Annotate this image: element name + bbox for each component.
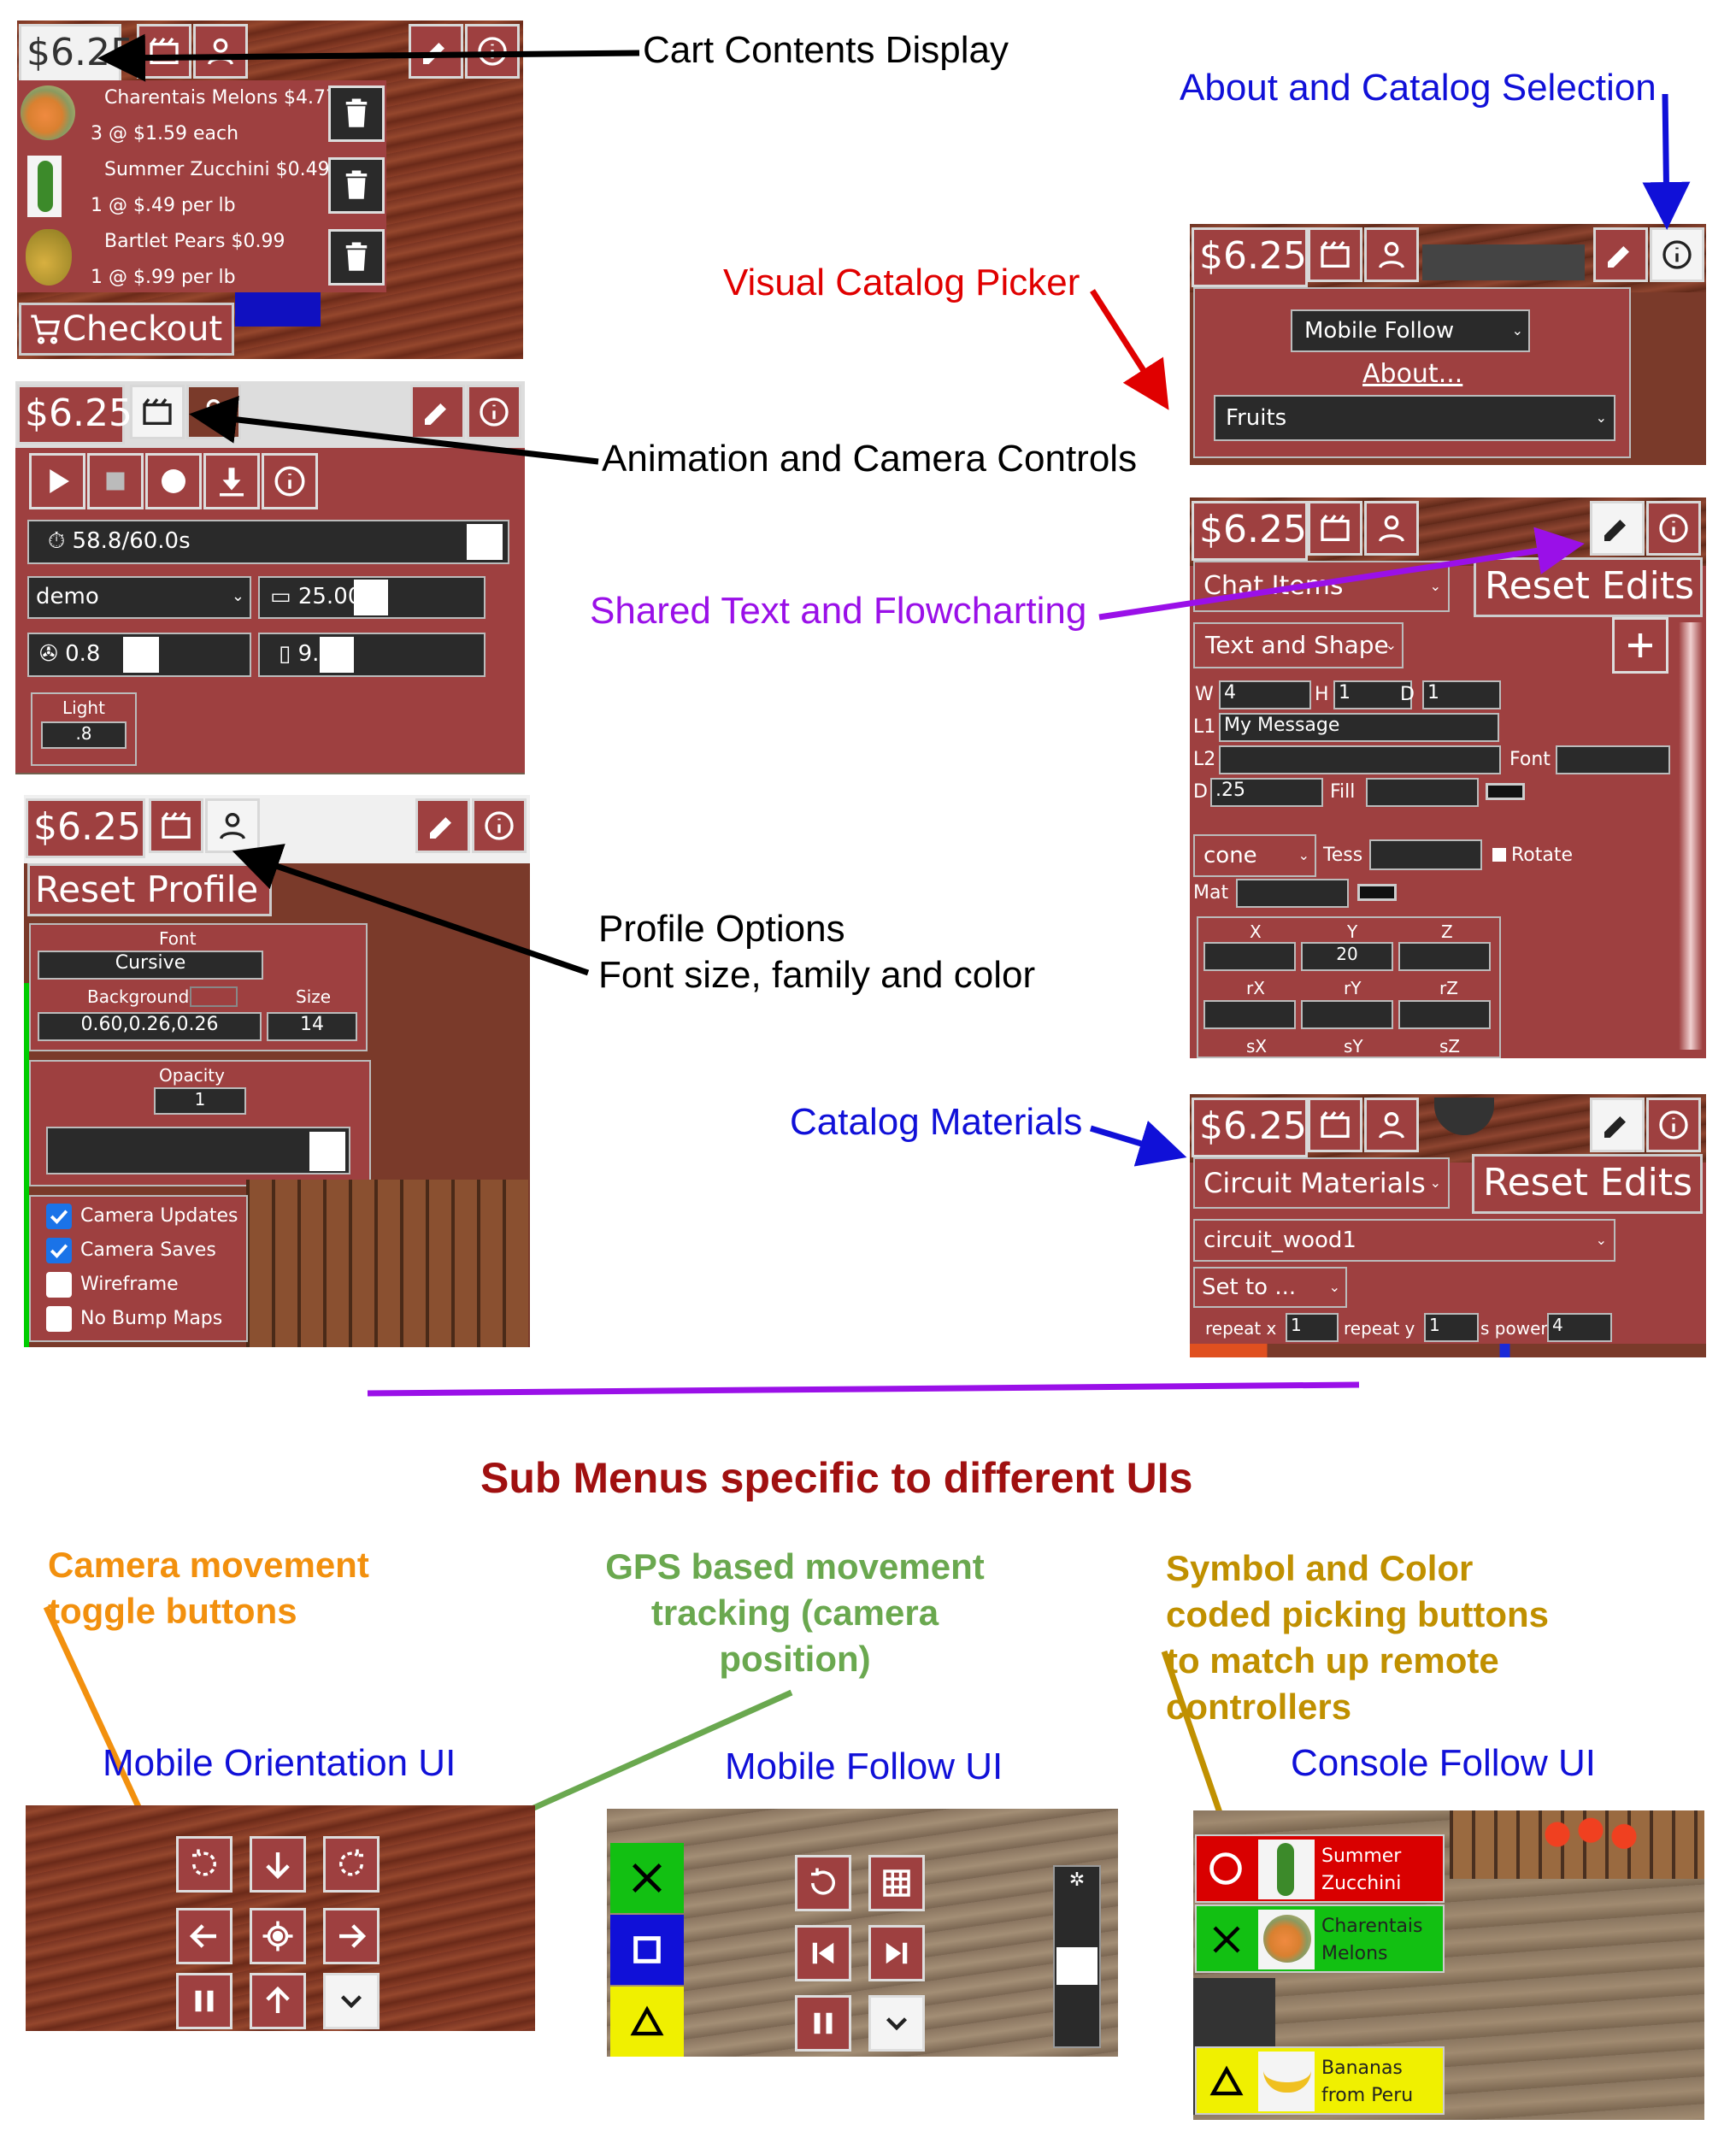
zoom-slider-handle[interactable]	[1056, 1947, 1098, 1985]
cross-icon	[1213, 1926, 1240, 1953]
arrow-left-icon[interactable]	[176, 1908, 232, 1964]
console-item-name: Bananas from Peru	[1321, 2058, 1414, 2106]
tomatoes	[1535, 1814, 1646, 1855]
skip-back-icon[interactable]	[795, 1925, 851, 1981]
arrow-down-icon[interactable]	[250, 1836, 306, 1893]
console-follow-title: Console Follow UI	[1291, 1742, 1597, 1784]
gps-target-icon[interactable]	[250, 1908, 306, 1964]
mobile-orientation-panel	[26, 1805, 535, 2031]
console-item-zucchini[interactable]: Summer Zucchini	[1195, 1834, 1445, 1903]
zoom-icon: ✲	[1068, 1869, 1086, 1890]
caption-line: toggle buttons	[48, 1591, 297, 1631]
reset-rotation-icon[interactable]	[795, 1855, 851, 1911]
console-item-name: Charentais Melons	[1321, 1916, 1423, 1964]
console-item-melons[interactable]: Charentais Melons	[1195, 1904, 1445, 1973]
divider-line	[367, 1381, 1360, 1397]
cross-icon	[632, 1863, 662, 1893]
triangle-icon	[630, 2005, 664, 2036]
banana-image	[1258, 2052, 1315, 2111]
arrow-right-icon[interactable]	[323, 1908, 380, 1964]
caption-line: position)	[719, 1639, 871, 1679]
rotate-left-icon[interactable]	[176, 1836, 232, 1893]
console-item-bananas[interactable]: Bananas from Peru	[1195, 2046, 1445, 2115]
arrow-about	[1642, 93, 1691, 230]
camera-toggle-caption: Camera movement toggle buttons	[48, 1542, 369, 1634]
arrow-up-icon[interactable]	[250, 1973, 306, 2029]
grid-icon[interactable]	[868, 1855, 925, 1911]
mobile-orientation-title: Mobile Orientation UI	[103, 1742, 456, 1784]
triangle-icon	[1209, 2065, 1244, 2096]
console-item-name: Summer Zucchini	[1321, 1846, 1402, 1894]
pick-triangle-button[interactable]	[610, 1987, 684, 2057]
caption-line: GPS based movement	[605, 1546, 985, 1587]
pause-icon[interactable]	[795, 1995, 851, 2052]
mobile-follow-title: Mobile Follow UI	[725, 1746, 1003, 1787]
console-follow-panel: Summer Zucchini Charentais Melons Banana…	[1193, 1810, 1704, 2120]
arrow-profile	[232, 844, 590, 976]
caption-line: coded picking buttons	[1166, 1594, 1549, 1634]
caption-line: controllers	[1166, 1687, 1352, 1727]
caption-line: Symbol and Color	[1166, 1548, 1474, 1588]
mobile-follow-panel: ✲	[607, 1809, 1118, 2057]
caption-line: Camera movement	[48, 1545, 369, 1585]
skip-forward-icon[interactable]	[868, 1925, 925, 1981]
zoom-slider[interactable]: ✲	[1053, 1865, 1101, 2048]
caption-line: tracking (camera	[650, 1592, 939, 1633]
pause-icon[interactable]	[176, 1973, 232, 2029]
arrow-animation	[189, 396, 599, 465]
rotate-right-icon[interactable]	[323, 1836, 380, 1893]
zucchini-image	[1258, 1840, 1315, 1899]
arrow-picker	[1090, 289, 1169, 410]
square-icon	[633, 1936, 661, 1963]
pick-square-button[interactable]	[610, 1915, 684, 1985]
arrow-cart	[97, 33, 640, 82]
circle-icon	[1209, 1852, 1242, 1885]
caption-line: to match up remote	[1166, 1640, 1499, 1681]
symbol-caption: Symbol and Color coded picking buttons t…	[1166, 1545, 1549, 1730]
chevron-down-icon[interactable]	[323, 1973, 380, 2029]
chevron-down-icon[interactable]	[868, 1995, 925, 2052]
melon-image	[1258, 1910, 1315, 1969]
submenus-heading: Sub Menus specific to different UIs	[480, 1454, 1193, 1502]
pick-cross-button[interactable]	[610, 1843, 684, 1913]
gps-caption: GPS based movement tracking (camera posi…	[547, 1544, 1043, 1682]
arrow-shared	[1098, 527, 1585, 621]
arrow-materials	[1089, 1121, 1187, 1167]
